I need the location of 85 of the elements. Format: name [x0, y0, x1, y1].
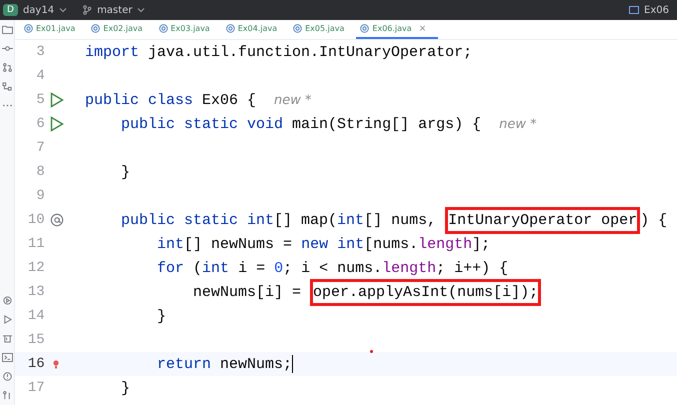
code-token: for: [156, 260, 184, 276]
code-token: ; i++) {: [436, 260, 508, 276]
code-token: Ex06 {: [201, 92, 258, 108]
code-token: public static void: [120, 116, 284, 132]
code-token: }: [156, 308, 166, 324]
class-file-icon: [158, 24, 168, 33]
line-number: 4: [35, 68, 45, 84]
code-token: [] nums,: [364, 212, 438, 228]
class-file-icon: [360, 24, 370, 33]
problems-icon[interactable]: [2, 372, 12, 381]
code-token: i =: [237, 260, 266, 276]
code-token: main(String[] args) {: [291, 116, 482, 132]
code-token: length: [418, 236, 472, 252]
code-token: java.util.function.IntUnaryOperator;: [147, 44, 472, 60]
chevron-icon: [137, 6, 146, 14]
editor-tab[interactable]: Ex06.java ×: [356, 20, 438, 39]
run-icon[interactable]: [50, 92, 64, 108]
code-token: newNums;: [219, 356, 292, 372]
code-token: }: [120, 164, 130, 180]
services-icon[interactable]: [2, 296, 12, 305]
line-number: 3: [35, 44, 45, 60]
build-icon[interactable]: [2, 334, 12, 343]
code-token: public class: [85, 92, 194, 108]
line-number: 5: [35, 92, 45, 108]
line-number: 10: [26, 212, 45, 228]
class-file-icon: [24, 24, 33, 33]
branch-icon: [82, 5, 92, 15]
commit-icon[interactable]: [2, 44, 12, 53]
text-cursor: [292, 355, 294, 373]
code-token: newNums[i] =: [192, 284, 302, 300]
editor-tab[interactable]: Ex01.java: [20, 20, 88, 39]
line-number: 7: [35, 140, 45, 156]
code-token: return: [156, 356, 212, 372]
line-number: 9: [35, 188, 45, 204]
code-token: length: [382, 260, 436, 276]
code-token: new int: [301, 236, 364, 252]
class-file-icon: [91, 24, 100, 33]
line-number: 11: [26, 236, 45, 252]
run-icon[interactable]: [2, 315, 12, 324]
editor-tab[interactable]: Ex05.java: [289, 20, 356, 39]
project-name[interactable]: day14: [22, 4, 54, 16]
code-token: }: [120, 380, 130, 396]
editor-tab[interactable]: Ex04.java: [222, 20, 290, 39]
window-icon: [629, 6, 640, 14]
code-token: import: [85, 44, 140, 60]
line-number: 13: [26, 284, 45, 300]
editor-tab[interactable]: Ex02.java: [87, 20, 155, 39]
line-number: 15: [26, 332, 45, 348]
chevron-icon: [59, 6, 68, 14]
code-token: int: [156, 236, 184, 252]
line-number: 14: [26, 308, 45, 324]
at-sign-icon[interactable]: [50, 212, 64, 228]
folder-icon[interactable]: [2, 25, 12, 34]
branch-name[interactable]: master: [97, 4, 132, 16]
pull-request-icon[interactable]: [2, 63, 12, 72]
code-token: 0: [274, 260, 284, 276]
run-icon[interactable]: [50, 116, 64, 132]
code-token: int: [337, 212, 364, 228]
code-token: ; i < nums.: [283, 260, 382, 276]
line-number: 17: [26, 380, 45, 396]
class-file-icon: [293, 24, 302, 33]
code-token: ) {: [640, 212, 668, 228]
project-badge[interactable]: D: [3, 4, 18, 16]
code-token: [] newNums =: [184, 236, 294, 252]
code-token: [nums.: [364, 236, 418, 252]
line-number: 8: [35, 164, 45, 180]
lightbulb-icon[interactable]: [52, 360, 59, 368]
annotation-box: oper.applyAsInt(nums[i]);: [310, 278, 542, 306]
marker-dot: [370, 350, 373, 353]
class-file-icon: [226, 24, 235, 33]
run-config[interactable]: Ex06: [644, 4, 669, 16]
editor-tab[interactable]: Ex03.java: [154, 20, 222, 39]
line-number: 12: [26, 260, 45, 276]
code-token: public static int: [120, 212, 274, 228]
code-token: int: [202, 260, 230, 276]
code-token: [] map(: [274, 212, 338, 228]
line-number: 16: [26, 356, 45, 372]
line-number: 6: [35, 116, 45, 132]
code-token: (: [192, 260, 202, 276]
author-hint: new *: [499, 116, 537, 132]
code-token: ];: [472, 236, 490, 252]
structure-icon[interactable]: [2, 82, 12, 91]
author-hint: new *: [274, 92, 312, 108]
terminal-icon[interactable]: [2, 353, 12, 362]
annotation-box: IntUnaryOperator oper: [445, 206, 640, 234]
